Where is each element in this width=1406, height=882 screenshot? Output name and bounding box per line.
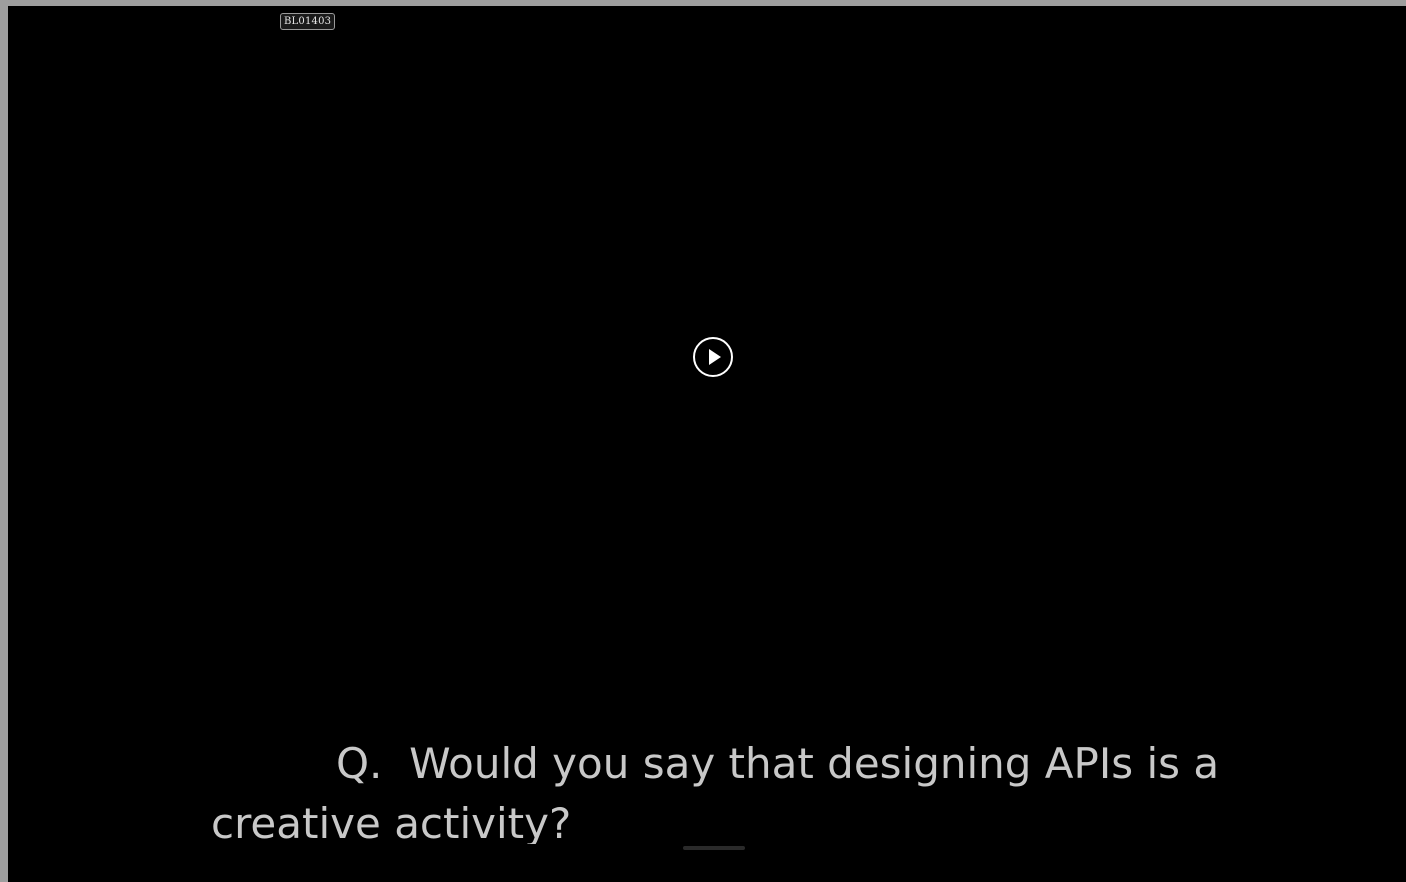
subtitle-line-1: Q. Would you say that designing APIs is … — [336, 739, 1220, 788]
video-id-label: BL01403 — [280, 13, 336, 30]
seek-handle[interactable] — [683, 846, 745, 850]
play-icon — [709, 349, 721, 365]
subtitle: Q. Would you say that designing APIs is … — [8, 734, 1406, 854]
video-player[interactable]: BL01403 Q. Would you say that designing … — [8, 6, 1406, 882]
window-frame: BL01403 Q. Would you say that designing … — [0, 0, 1406, 882]
subtitle-line-2: creative activity? — [211, 799, 572, 844]
play-button[interactable] — [693, 337, 733, 377]
